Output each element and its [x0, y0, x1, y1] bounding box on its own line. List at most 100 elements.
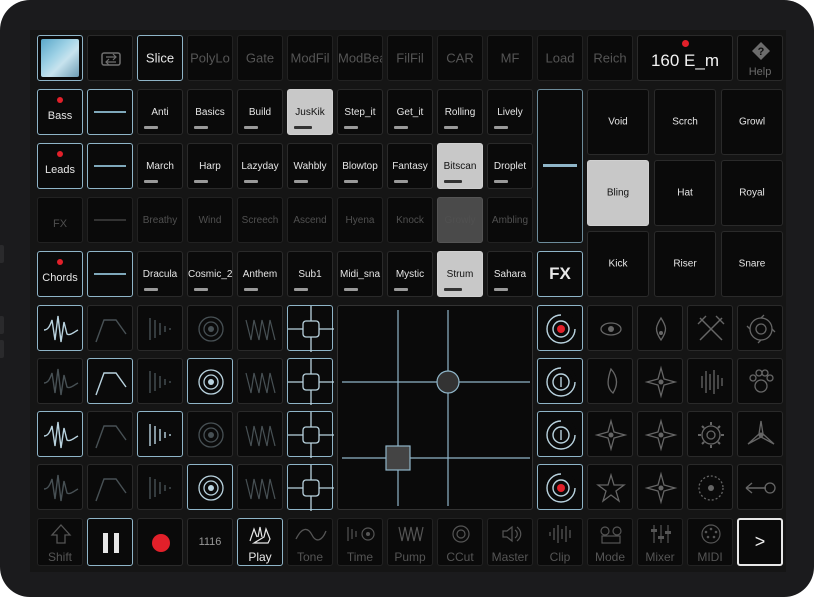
track-bass-button[interactable]: Bass	[37, 89, 83, 135]
tempo-key-display[interactable]: 160 E_m	[637, 35, 733, 81]
patch-cosmic_2[interactable]: Cosmic_2	[187, 251, 233, 297]
fx-slot-target[interactable]	[537, 305, 583, 351]
tab-reich[interactable]: Reich	[587, 35, 633, 81]
fx-slot-paw[interactable]	[737, 358, 783, 404]
track-volume-slider[interactable]	[87, 197, 133, 243]
track-fx-button[interactable]: FX	[37, 197, 83, 243]
master-fader[interactable]	[537, 89, 583, 243]
seq-loop-wave-button[interactable]	[237, 464, 283, 510]
patch-anti[interactable]: Anti	[137, 89, 183, 135]
patch-juskik[interactable]: JusKik	[287, 89, 333, 135]
tab-gate[interactable]: Gate	[237, 35, 283, 81]
patch-march[interactable]: March	[137, 143, 183, 189]
seq-oscillator-wave-button[interactable]	[37, 411, 83, 457]
tab-slice[interactable]: Slice	[137, 35, 183, 81]
patch-screech[interactable]: Screech	[237, 197, 283, 243]
patch-lazyday[interactable]: Lazyday	[237, 143, 283, 189]
patch-basics[interactable]: Basics	[187, 89, 233, 135]
patch-droplet[interactable]: Droplet	[487, 143, 533, 189]
tone-button[interactable]: Tone	[287, 518, 333, 566]
seq-envelope-button[interactable]	[87, 358, 133, 404]
patch-step_it[interactable]: Step_it	[337, 89, 383, 135]
fader-handle[interactable]	[543, 164, 577, 167]
seq-crosshair-node-button[interactable]	[287, 411, 334, 458]
drum-pad-bling[interactable]: Bling	[587, 160, 649, 226]
patch-bitscan[interactable]: Bitscan	[437, 143, 483, 189]
seq-crosshair-node-button[interactable]	[287, 464, 334, 511]
fx-slot-star[interactable]	[587, 464, 633, 510]
seq-oscillator-wave-button[interactable]	[37, 464, 83, 510]
patch-rolling[interactable]: Rolling	[437, 89, 483, 135]
fx-slot-gear[interactable]	[687, 411, 733, 457]
help-button[interactable]: ? Help	[737, 35, 783, 81]
drum-pad-scrch[interactable]: Scrch	[654, 89, 716, 155]
fx-slot-shuriken[interactable]	[637, 464, 683, 510]
patch-sahara[interactable]: Sahara	[487, 251, 533, 297]
seq-oscillator-wave-button[interactable]	[37, 358, 83, 404]
shift-button[interactable]: Shift	[37, 518, 83, 566]
patch-breathy[interactable]: Breathy	[137, 197, 183, 243]
track-leads-button[interactable]: Leads	[37, 143, 83, 189]
patch-anthem[interactable]: Anthem	[237, 251, 283, 297]
patch-wind[interactable]: Wind	[187, 197, 233, 243]
seq-ring-button[interactable]	[187, 305, 233, 351]
patch-strum[interactable]: Strum	[437, 251, 483, 297]
seq-gate-pattern-button[interactable]	[137, 358, 183, 404]
drum-pad-hat[interactable]: Hat	[654, 160, 716, 226]
seq-loop-wave-button[interactable]	[237, 411, 283, 457]
drum-pad-kick[interactable]: Kick	[587, 231, 649, 297]
seq-loop-wave-button[interactable]	[237, 358, 283, 404]
midi-button[interactable]: MIDI	[687, 518, 733, 566]
seq-crosshair-node-button[interactable]	[287, 305, 334, 352]
track-chords-button[interactable]: Chords	[37, 251, 83, 297]
fx-slot-flame[interactable]	[587, 358, 633, 404]
patch-lively[interactable]: Lively	[487, 89, 533, 135]
fx-slot-shuriken[interactable]	[637, 411, 683, 457]
fx-slot-eye[interactable]	[587, 305, 633, 351]
patch-mystic[interactable]: Mystic	[387, 251, 433, 297]
fx-slot-arrow-target[interactable]	[737, 464, 783, 510]
seq-loop-wave-button[interactable]	[237, 305, 283, 351]
album-art-thumbnail[interactable]	[37, 35, 83, 81]
play-button[interactable]: Play	[237, 518, 283, 566]
tab-polylo[interactable]: PolyLo	[187, 35, 233, 81]
mixer-button[interactable]: Mixer	[637, 518, 683, 566]
master-button[interactable]: Master	[487, 518, 533, 566]
track-volume-slider[interactable]	[87, 143, 133, 189]
seq-envelope-button[interactable]	[87, 411, 133, 457]
track-volume-slider[interactable]	[87, 251, 133, 297]
fx-slot-target[interactable]	[537, 358, 583, 404]
next-page-button[interactable]: >	[737, 518, 783, 566]
fx-slot-swords[interactable]	[687, 305, 733, 351]
drum-pad-void[interactable]: Void	[587, 89, 649, 155]
time-button[interactable]: Time	[337, 518, 383, 566]
fx-slot-shuriken[interactable]	[637, 358, 683, 404]
drum-pad-snare[interactable]: Snare	[721, 231, 783, 297]
seq-gate-pattern-button[interactable]	[137, 464, 183, 510]
patch-hyena[interactable]: Hyena	[337, 197, 383, 243]
patch-sub1[interactable]: Sub1	[287, 251, 333, 297]
tab-load[interactable]: Load	[537, 35, 583, 81]
patch-knock[interactable]: Knock	[387, 197, 433, 243]
tab-modfil[interactable]: ModFil	[287, 35, 333, 81]
tab-filfil[interactable]: FilFil	[387, 35, 433, 81]
fx-slot-tri-blade[interactable]	[737, 411, 783, 457]
mode-button[interactable]: Mode	[587, 518, 633, 566]
patch-midi_sna[interactable]: Midi_sna	[337, 251, 383, 297]
seq-ring-button[interactable]	[187, 464, 233, 510]
seq-gate-pattern-button[interactable]	[137, 305, 183, 351]
patch-build[interactable]: Build	[237, 89, 283, 135]
seq-ring-button[interactable]	[187, 411, 233, 457]
fx-slot-drop[interactable]	[637, 305, 683, 351]
tab-car[interactable]: CAR	[437, 35, 483, 81]
tab-modbea[interactable]: ModBea	[337, 35, 383, 81]
seq-envelope-button[interactable]	[87, 464, 133, 510]
patch-get_it[interactable]: Get_it	[387, 89, 433, 135]
xy-pad[interactable]	[337, 305, 533, 510]
fx-slot-waveform[interactable]	[687, 358, 733, 404]
patch-harp[interactable]: Harp	[187, 143, 233, 189]
patch-ambling[interactable]: Ambling	[487, 197, 533, 243]
seq-oscillator-wave-button[interactable]	[37, 305, 83, 351]
fx-slot-target[interactable]	[537, 411, 583, 457]
patch-blowtop[interactable]: Blowtop	[337, 143, 383, 189]
